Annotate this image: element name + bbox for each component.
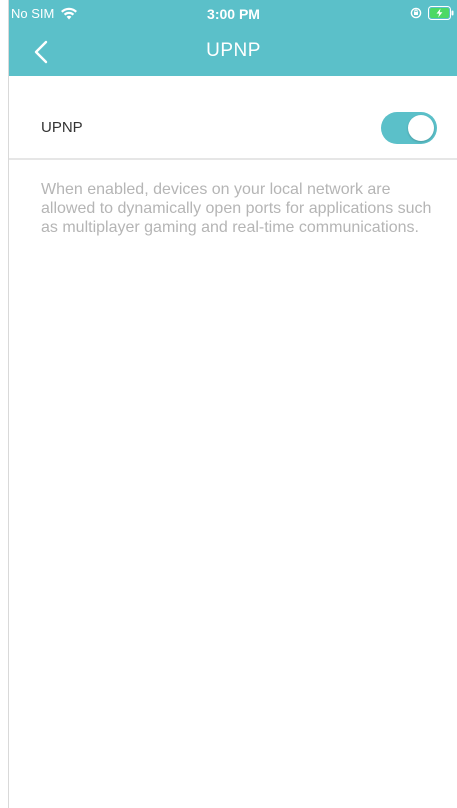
battery-charging-icon — [428, 6, 454, 20]
upnp-setting-row: UPNP — [9, 98, 457, 160]
toggle-knob — [408, 115, 434, 141]
page-title: UPNP — [206, 40, 261, 61]
divider — [9, 158, 457, 160]
orientation-lock-icon — [410, 7, 422, 19]
upnp-description: When enabled, devices on your local netw… — [41, 181, 432, 236]
upnp-label: UPNP — [41, 119, 83, 136]
header: No SIM 3:00 PM UPNP — [9, 0, 457, 76]
status-right — [410, 6, 454, 20]
app-screen: No SIM 3:00 PM UPNP UPNP When enabled, d… — [8, 0, 457, 808]
status-time: 3:00 PM — [207, 6, 260, 22]
upnp-toggle[interactable] — [381, 112, 437, 144]
status-bar: No SIM 3:00 PM — [9, 0, 457, 28]
